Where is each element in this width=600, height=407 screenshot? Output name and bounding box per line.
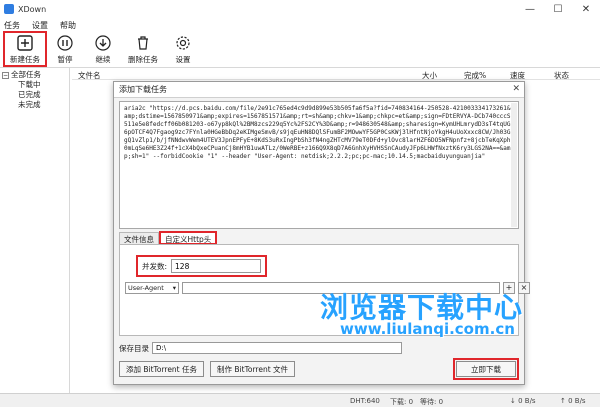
col-speed[interactable]: 速度 (510, 70, 525, 81)
command-scrollbar[interactable] (511, 103, 517, 227)
minimize-button[interactable]: — (516, 0, 544, 18)
pause-button[interactable]: 暂停 (46, 32, 84, 66)
add-bittorrent-button[interactable]: 添加 BitTorrent 任务 (119, 361, 205, 377)
collapse-icon[interactable]: − (2, 71, 9, 79)
gear-icon (174, 34, 192, 52)
chevron-down-icon: ▾ (172, 284, 176, 292)
tree-item-incomplete[interactable]: 未完成 (2, 100, 67, 110)
dialog-tabs: 文件信息 自定义Http头 (119, 231, 218, 245)
status-speed-up: ↑ 0 B/s (560, 397, 586, 405)
settings-button[interactable]: 设置 (164, 32, 202, 66)
new-task-button[interactable]: 新建任务 (3, 31, 47, 67)
col-filename[interactable]: 文件名 (78, 70, 101, 81)
add-task-dialog: 添加下载任务 ✕ aria2c "https://d.pcs.baidu.com… (113, 81, 530, 385)
status-speed-down: ↓ 0 B/s (510, 397, 536, 405)
tab-custom-http-header[interactable]: 自定义Http头 (158, 231, 218, 245)
window-title: XDown (18, 4, 47, 14)
header-name-select[interactable]: User-Agent ▾ (125, 282, 179, 294)
tab-file-info[interactable]: 文件信息 (119, 232, 159, 244)
col-size[interactable]: 大小 (422, 70, 437, 81)
pause-icon (56, 34, 74, 52)
watermark-url: www.liulanqi.com.cn (340, 320, 515, 338)
status-waiting: 等待: 0 (420, 398, 444, 406)
plus-box-icon (16, 34, 34, 52)
menu-task[interactable]: 任务 (4, 20, 20, 31)
command-textarea[interactable]: aria2c "https://d.pcs.baidu.com/file/2e9… (119, 101, 519, 229)
dialog-buttons: 添加 BitTorrent 任务 制作 BitTorrent 文件 立即下载 (119, 358, 519, 380)
tree-item-completed[interactable]: 已完成 (2, 90, 67, 100)
close-window-button[interactable]: ✕ (572, 0, 600, 18)
thread-count-group: 并发数: (135, 255, 268, 277)
title-bar: XDown — ☐ ✕ (0, 0, 600, 18)
make-bittorrent-button[interactable]: 制作 BitTorrent 文件 (210, 361, 296, 377)
toolbar: 新建任务 暂停 继续 删除任务 设置 (0, 31, 600, 68)
thread-count-input[interactable] (171, 259, 262, 273)
menu-settings[interactable]: 设置 (32, 20, 48, 31)
col-done[interactable]: 完成% (464, 70, 486, 81)
tree-root-all[interactable]: − 全部任务 (2, 70, 67, 80)
list-header: 文件名 大小 完成% 速度 状态 (72, 68, 600, 80)
dialog-title: 添加下载任务 (114, 82, 524, 98)
status-dht: DHT:640 (350, 397, 380, 405)
category-tree: − 全部任务 下载中 已完成 未完成 (0, 68, 70, 393)
start-download-button[interactable]: 立即下载 (453, 358, 519, 380)
save-dir-label: 保存目录 (119, 343, 149, 353)
menu-bar: 任务 设置 帮助 (0, 18, 600, 32)
save-dir-input[interactable] (152, 342, 402, 354)
app-icon (4, 4, 14, 14)
tree-item-downloading[interactable]: 下载中 (2, 80, 67, 90)
thread-count-label: 并发数: (142, 261, 168, 271)
col-status[interactable]: 状态 (554, 70, 569, 81)
dialog-close-icon[interactable]: ✕ (512, 84, 520, 94)
delete-task-button[interactable]: 删除任务 (122, 32, 164, 66)
resume-button[interactable]: 继续 (84, 32, 122, 66)
menu-help[interactable]: 帮助 (60, 20, 76, 31)
status-bar: DHT:640 下载: 0 等待: 0 ↓ 0 B/s ↑ 0 B/s (0, 393, 600, 407)
maximize-button[interactable]: ☐ (544, 0, 572, 18)
download-icon (94, 34, 112, 52)
trash-icon (134, 34, 152, 52)
status-download: 下载: 0 (390, 398, 414, 406)
save-dir-row: 保存目录 (119, 341, 402, 355)
